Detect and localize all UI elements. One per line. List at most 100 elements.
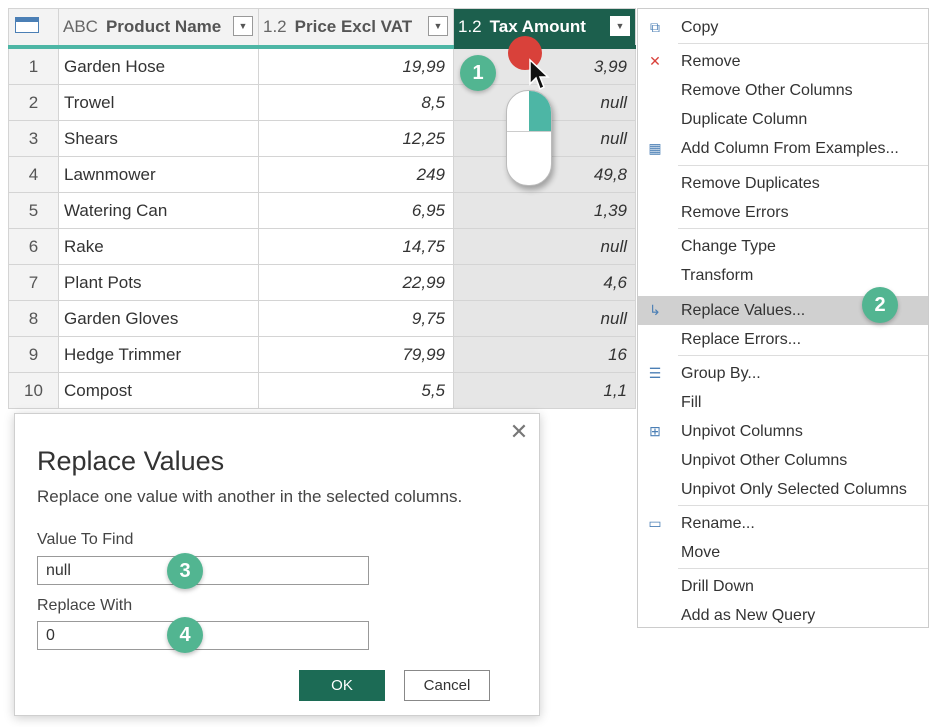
cell-price[interactable]: 5,5 bbox=[258, 372, 454, 409]
menu-item-copy[interactable]: ⧉ Copy bbox=[638, 13, 928, 42]
cell-tax-amount[interactable]: 4,6 bbox=[453, 264, 636, 301]
menu-item-label: Unpivot Other Columns bbox=[681, 451, 848, 469]
copy-icon: ⧉ bbox=[650, 19, 660, 35]
menu-item-label: Rename... bbox=[681, 514, 755, 532]
menu-item-remove-duplicates[interactable]: Remove Duplicates bbox=[638, 169, 928, 198]
column-header-label: Product Name bbox=[105, 17, 222, 36]
cell-product-name[interactable]: Shears bbox=[58, 120, 259, 157]
table-row[interactable]: 9 Hedge Trimmer 79,99 16 bbox=[8, 336, 636, 373]
row-number[interactable]: 5 bbox=[8, 192, 59, 229]
row-number[interactable]: 4 bbox=[8, 156, 59, 193]
table-row[interactable]: 7 Plant Pots 22,99 4,6 bbox=[8, 264, 636, 301]
row-number[interactable]: 6 bbox=[8, 228, 59, 265]
table-row[interactable]: 6 Rake 14,75 null bbox=[8, 228, 636, 265]
cursor-icon bbox=[529, 58, 550, 91]
cell-product-name[interactable]: Garden Gloves bbox=[58, 300, 259, 337]
row-number[interactable]: 3 bbox=[8, 120, 59, 157]
cell-product-name[interactable]: Plant Pots bbox=[58, 264, 259, 301]
menu-item-move[interactable]: Move bbox=[638, 538, 928, 567]
menu-separator bbox=[678, 228, 928, 229]
value-to-find-input[interactable] bbox=[37, 556, 369, 585]
cell-product-name[interactable]: Hedge Trimmer bbox=[58, 336, 259, 373]
cell-product-name[interactable]: Rake bbox=[58, 228, 259, 265]
cell-price[interactable]: 6,95 bbox=[258, 192, 454, 229]
row-number[interactable]: 9 bbox=[8, 336, 59, 373]
menu-item-replace-errors[interactable]: Replace Errors... bbox=[638, 325, 928, 354]
mouse-illustration-icon bbox=[506, 90, 552, 186]
step-badge-2: 2 bbox=[862, 287, 898, 323]
cell-price[interactable]: 22,99 bbox=[258, 264, 454, 301]
menu-item-label: Duplicate Column bbox=[681, 110, 808, 128]
menu-item-fill[interactable]: Fill bbox=[638, 388, 928, 417]
filter-dropdown-icon[interactable]: ▼ bbox=[233, 16, 253, 36]
table-row[interactable]: 10 Compost 5,5 1,1 bbox=[8, 372, 636, 409]
cell-price[interactable]: 249 bbox=[258, 156, 454, 193]
value-to-find-label: Value To Find bbox=[37, 531, 134, 548]
step-badge-1: 1 bbox=[460, 55, 496, 91]
cell-product-name[interactable]: Garden Hose bbox=[58, 46, 259, 85]
filter-dropdown-icon[interactable]: ▼ bbox=[610, 16, 630, 36]
cell-tax-amount[interactable]: 16 bbox=[453, 336, 636, 373]
column-header-price[interactable]: 1.2 Price Excl VAT ▼ bbox=[258, 8, 454, 49]
menu-item-add-as-new-query[interactable]: Add as New Query bbox=[638, 601, 928, 630]
row-number[interactable]: 1 bbox=[8, 46, 59, 85]
text-type-icon: ABC bbox=[63, 17, 98, 36]
add-column-icon: ▦ bbox=[648, 140, 662, 156]
row-number[interactable]: 7 bbox=[8, 264, 59, 301]
unpivot-icon: ⊞ bbox=[649, 423, 661, 439]
menu-item-label: Transform bbox=[681, 266, 754, 284]
cell-product-name[interactable]: Compost bbox=[58, 372, 259, 409]
cell-price[interactable]: 19,99 bbox=[258, 46, 454, 85]
menu-item-label: Copy bbox=[681, 18, 719, 36]
menu-item-label: Move bbox=[681, 543, 721, 561]
menu-item-remove-other-columns[interactable]: Remove Other Columns bbox=[638, 76, 928, 105]
replace-with-label: Replace With bbox=[37, 597, 133, 614]
table-menu-button[interactable] bbox=[8, 8, 59, 49]
filter-dropdown-icon[interactable]: ▼ bbox=[428, 16, 448, 36]
cell-price[interactable]: 9,75 bbox=[258, 300, 454, 337]
menu-item-duplicate-column[interactable]: Duplicate Column bbox=[638, 105, 928, 134]
menu-item-unpivot-only-selected-columns[interactable]: Unpivot Only Selected Columns bbox=[638, 475, 928, 504]
cell-price[interactable]: 14,75 bbox=[258, 228, 454, 265]
table-row[interactable]: 5 Watering Can 6,95 1,39 bbox=[8, 192, 636, 229]
menu-item-rename[interactable]: ▭ Rename... bbox=[638, 509, 928, 538]
table-icon bbox=[15, 16, 39, 33]
cell-product-name[interactable]: Trowel bbox=[58, 84, 259, 121]
cancel-button[interactable]: Cancel bbox=[404, 670, 490, 701]
menu-item-add-column-from-examples[interactable]: ▦ Add Column From Examples... bbox=[638, 134, 928, 163]
cell-product-name[interactable]: Watering Can bbox=[58, 192, 259, 229]
cell-price[interactable]: 12,25 bbox=[258, 120, 454, 157]
menu-item-unpivot-columns[interactable]: ⊞ Unpivot Columns bbox=[638, 417, 928, 446]
menu-item-change-type[interactable]: Change Type bbox=[638, 232, 928, 261]
cell-tax-amount[interactable]: null bbox=[453, 228, 636, 265]
replace-with-input[interactable] bbox=[37, 621, 369, 650]
menu-item-label: Remove Errors bbox=[681, 203, 789, 221]
ok-button[interactable]: OK bbox=[299, 670, 385, 701]
column-header-tax-amount[interactable]: 1.2 Tax Amount ▼ bbox=[453, 8, 636, 49]
column-header-label: Price Excl VAT bbox=[294, 17, 413, 36]
menu-item-label: Remove Other Columns bbox=[681, 81, 853, 99]
menu-item-label: Change Type bbox=[681, 237, 776, 255]
cell-product-name[interactable]: Lawnmower bbox=[58, 156, 259, 193]
cell-price[interactable]: 8,5 bbox=[258, 84, 454, 121]
menu-item-transform[interactable]: Transform bbox=[638, 261, 928, 290]
menu-item-drill-down[interactable]: Drill Down bbox=[638, 572, 928, 601]
menu-separator bbox=[678, 43, 928, 44]
row-number[interactable]: 8 bbox=[8, 300, 59, 337]
cell-tax-amount[interactable]: null bbox=[453, 300, 636, 337]
cell-price[interactable]: 79,99 bbox=[258, 336, 454, 373]
menu-item-unpivot-other-columns[interactable]: Unpivot Other Columns bbox=[638, 446, 928, 475]
menu-item-group-by[interactable]: ☰ Group By... bbox=[638, 359, 928, 388]
group-by-icon: ☰ bbox=[648, 365, 662, 381]
menu-item-remove-errors[interactable]: Remove Errors bbox=[638, 198, 928, 227]
column-header-product-name[interactable]: ABC Product Name ▼ bbox=[58, 8, 259, 49]
row-number[interactable]: 2 bbox=[8, 84, 59, 121]
table-row[interactable]: 8 Garden Gloves 9,75 null bbox=[8, 300, 636, 337]
menu-item-remove[interactable]: ✕ Remove bbox=[638, 47, 928, 76]
cell-tax-amount[interactable]: 1,39 bbox=[453, 192, 636, 229]
row-number[interactable]: 10 bbox=[8, 372, 59, 409]
close-icon[interactable]: ✕ bbox=[509, 421, 529, 443]
menu-item-label: Group By... bbox=[681, 364, 761, 382]
step-badge-4: 4 bbox=[167, 617, 203, 653]
cell-tax-amount[interactable]: 1,1 bbox=[453, 372, 636, 409]
